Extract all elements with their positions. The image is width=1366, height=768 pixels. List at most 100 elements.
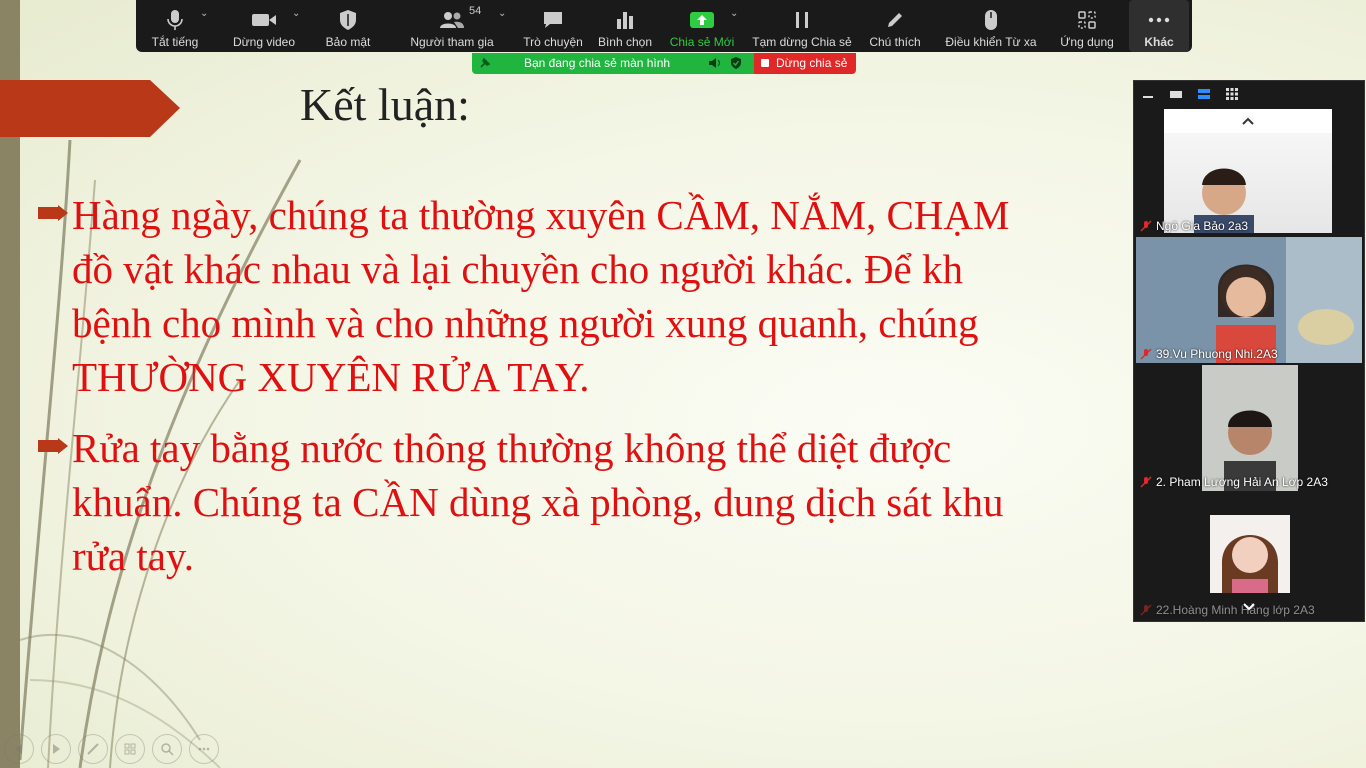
polls-label: Bình chọn <box>597 35 653 49</box>
more-label: Khác <box>1144 35 1174 49</box>
pen-icon <box>888 13 902 27</box>
slide-navigation <box>4 734 219 764</box>
minimize-panel-button[interactable] <box>1134 81 1162 107</box>
pause-share-label: Tạm dừng Chia sẻ <box>752 35 852 49</box>
pen-icon <box>87 743 99 755</box>
annotate-label: Chú thích <box>869 35 921 49</box>
pause-icon <box>796 12 808 28</box>
see-all-slides-button[interactable] <box>115 734 145 764</box>
scroll-down-button[interactable] <box>1134 597 1364 617</box>
new-share-label: Chia sẻ Mới <box>669 35 735 49</box>
chevron-down-icon[interactable]: ⌄ <box>292 8 300 19</box>
sharing-status-text: Bạn đang chia sẻ màn hình <box>524 56 671 70</box>
video-camera-icon <box>252 14 276 26</box>
bullet-2-line-2: khuẩn. Chúng ta CẦN dùng xà phòng, dung … <box>72 479 1004 525</box>
muted-microphone-icon <box>1140 348 1152 360</box>
bullet-1-line-1: Hàng ngày, chúng ta thường xuyên CẦM, NẮ… <box>72 192 1010 238</box>
arrow-right-icon <box>53 744 60 754</box>
security-button[interactable]: Bảo mật <box>316 0 380 52</box>
chevron-down-icon <box>1243 603 1255 611</box>
grid-icon <box>124 743 136 755</box>
remote-control-button[interactable]: Điều khiển Từ xa <box>942 0 1040 52</box>
apps-label: Ứng dụng <box>1060 35 1114 49</box>
filmstrip-view-icon <box>1198 89 1210 99</box>
next-slide-button[interactable] <box>41 734 71 764</box>
participant-name: 2. Pham Lương Hải An Lơp 2A3 <box>1156 475 1328 489</box>
mute-button[interactable]: Tắt tiếng <box>144 0 206 52</box>
participant-name-label: 39.Vu Phuong Nhi.2A3 <box>1140 347 1278 361</box>
participants-icon <box>440 12 464 28</box>
stop-video-label: Dừng video <box>232 35 296 49</box>
chevron-down-icon[interactable]: ⌄ <box>200 8 208 19</box>
title-arrow-shape <box>0 80 180 137</box>
grid-view-button[interactable] <box>1218 81 1246 107</box>
bullet-1-line-2: đồ vật khác nhau và lại chuyền cho người… <box>72 246 963 292</box>
bullet-2-line-1: Rửa tay bằng nước thông thường không thể… <box>72 425 952 471</box>
single-view-icon <box>1170 91 1182 98</box>
poll-icon <box>617 12 633 29</box>
mouse-icon <box>985 10 997 30</box>
video-panel: Ngô Gia Bảo 2a3 39.Vu Phuong Nhi.2A3 2. … <box>1133 80 1365 622</box>
pause-share-button[interactable]: Tạm dừng Chia sẻ <box>752 0 852 52</box>
remote-control-label: Điều khiển Từ xa <box>945 35 1037 49</box>
stop-share-label: Dừng chia sẻ <box>776 56 848 70</box>
participants-button[interactable]: Người tham gia <box>406 0 498 52</box>
share-screen-icon <box>690 12 714 28</box>
minimize-icon <box>1143 96 1153 98</box>
stop-square-icon <box>761 59 769 67</box>
apps-button[interactable]: Ứng dụng <box>1054 0 1120 52</box>
participant-tile[interactable]: Ngô Gia Bảo 2a3 <box>1136 133 1362 235</box>
bullet-arrow-icon <box>38 205 68 221</box>
scroll-up-button[interactable] <box>1164 109 1332 133</box>
participant-avatar <box>1194 168 1254 233</box>
participant-name-label: 2. Pham Lương Hải An Lơp 2A3 <box>1140 475 1328 489</box>
speaker-icon[interactable] <box>708 57 721 69</box>
slide-title: Kết luận: <box>300 79 470 130</box>
bullet-arrow-icon <box>38 438 68 454</box>
participant-name: Ngô Gia Bảo 2a3 <box>1156 219 1249 233</box>
annotate-button[interactable]: Chú thích <box>862 0 928 52</box>
participant-tile[interactable]: 39.Vu Phuong Nhi.2A3 <box>1136 237 1362 363</box>
stop-share-button[interactable]: Dừng chia sẻ <box>754 53 856 74</box>
arrow-left-icon <box>15 744 22 754</box>
ellipsis-icon <box>198 747 210 751</box>
microphone-icon <box>167 10 183 30</box>
participant-tile[interactable]: 2. Pham Lương Hải An Lơp 2A3 <box>1136 365 1362 491</box>
pen-tool-button[interactable] <box>78 734 108 764</box>
participant-name: 39.Vu Phuong Nhi.2A3 <box>1156 347 1278 361</box>
previous-slide-button[interactable] <box>4 734 34 764</box>
polls-button[interactable]: Bình chọn <box>594 0 656 52</box>
sharing-banner[interactable]: Bạn đang chia sẻ màn hình <box>472 53 754 74</box>
chat-button[interactable]: Trò chuyện <box>520 0 586 52</box>
meeting-toolbar: Tắt tiếng ⌄ Dừng video ⌄ Bảo mật Người t… <box>136 0 1192 52</box>
zoom-slide-button[interactable] <box>152 734 182 764</box>
bullet-1-line-3: bệnh cho mình và cho những người xung qu… <box>72 300 979 346</box>
chevron-down-icon[interactable]: ⌄ <box>498 8 506 19</box>
more-button[interactable]: Khác <box>1129 0 1189 52</box>
filmstrip-view-button[interactable] <box>1190 81 1218 107</box>
participant-name-label: Ngô Gia Bảo 2a3 <box>1140 219 1248 233</box>
participants-label: Người tham gia <box>410 35 494 49</box>
muted-microphone-icon <box>1140 476 1152 488</box>
security-label: Bảo mật <box>325 35 371 49</box>
bullet-1-line-4: THƯỜNG XUYÊN RỬA TAY. <box>72 354 590 400</box>
apps-icon <box>1078 11 1096 29</box>
shield-check-icon <box>731 57 741 69</box>
new-share-button[interactable]: Chia sẻ Mới <box>666 0 738 52</box>
participants-count: 54 <box>469 5 482 17</box>
more-icon <box>1148 17 1170 23</box>
participant-video <box>1136 237 1362 363</box>
chevron-up-icon <box>1242 117 1254 125</box>
bullet-2-line-3: rửa tay. <box>72 533 194 579</box>
pin-icon <box>480 57 491 68</box>
chevron-down-icon[interactable]: ⌄ <box>730 8 738 19</box>
mute-label: Tắt tiếng <box>151 35 199 49</box>
more-options-button[interactable] <box>189 734 219 764</box>
participant-video <box>1164 133 1332 233</box>
panel-view-bar <box>1134 81 1364 107</box>
single-view-button[interactable] <box>1162 81 1190 107</box>
shield-icon <box>340 10 356 30</box>
participant-video <box>1202 365 1298 491</box>
muted-microphone-icon <box>1140 220 1152 232</box>
chat-bubble-icon <box>544 12 562 28</box>
